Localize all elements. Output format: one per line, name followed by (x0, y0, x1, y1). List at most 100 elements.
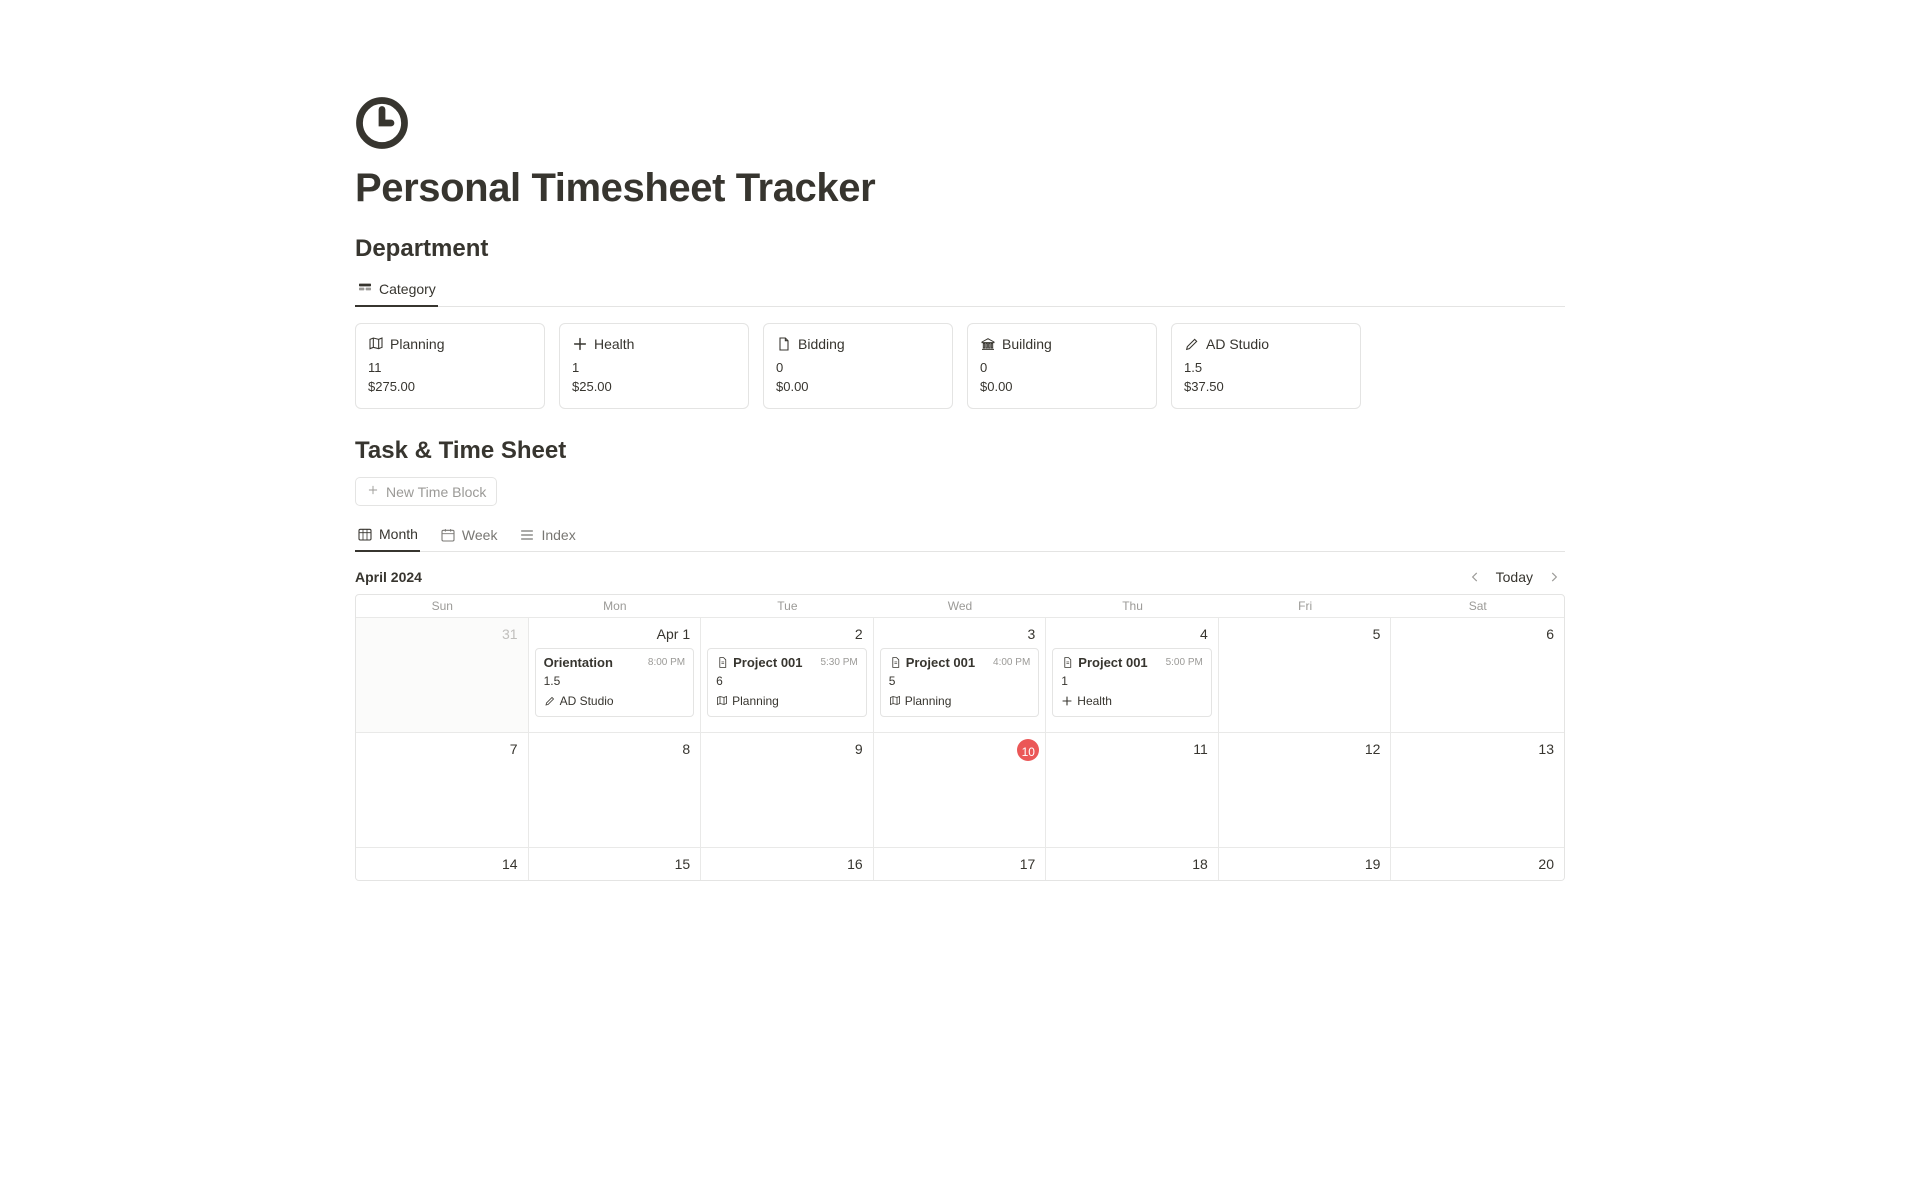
tab-category[interactable]: Category (355, 275, 438, 307)
bank-icon (980, 336, 996, 352)
event-time: 5:30 PM (820, 657, 857, 668)
calendar-date: 12 (1225, 739, 1385, 759)
calendar-cell[interactable]: 10 (874, 732, 1047, 847)
category-hours: 0 (776, 360, 940, 375)
file-icon (776, 336, 792, 352)
page-title: Personal Timesheet Tracker (355, 166, 1565, 211)
calendar-cell[interactable]: 19 (1219, 847, 1392, 880)
calendar-date: 3 (880, 624, 1040, 644)
calendar-date: 16 (707, 854, 867, 874)
calendar-cell[interactable]: 6 (1391, 617, 1564, 732)
view-tab-month[interactable]: Month (355, 520, 420, 552)
calendar-date: 7 (362, 739, 522, 759)
calendar-cell[interactable]: 7 (356, 732, 529, 847)
new-time-block-button[interactable]: New Time Block (355, 477, 497, 506)
event-time: 8:00 PM (648, 657, 685, 668)
gallery-icon (357, 281, 373, 297)
event-time: 4:00 PM (993, 657, 1030, 668)
next-month-button[interactable] (1543, 568, 1565, 586)
event-tag: Planning (889, 694, 1031, 708)
prev-month-button[interactable] (1464, 568, 1486, 586)
map-icon (368, 336, 384, 352)
day-of-week-label: Mon (529, 595, 702, 617)
category-amount: $0.00 (980, 379, 1144, 394)
event-tag: AD Studio (544, 694, 686, 708)
calendar-cell[interactable]: 5 (1219, 617, 1392, 732)
clock-icon (355, 96, 409, 150)
event-title: Orientation (544, 655, 613, 670)
calendar-cell[interactable]: Apr 1 Orientation 8:00 PM 1.5 AD Studio (529, 617, 702, 732)
event-time: 5:00 PM (1166, 657, 1203, 668)
category-card[interactable]: AD Studio 1.5 $37.50 (1171, 323, 1361, 409)
calendar-cell[interactable]: 17 (874, 847, 1047, 880)
category-amount: $275.00 (368, 379, 532, 394)
calendar-cell[interactable]: 31 (356, 617, 529, 732)
calendar-cell[interactable]: 20 (1391, 847, 1564, 880)
calendar-cell[interactable]: 3 Project 001 4:00 PM 5 Planning (874, 617, 1047, 732)
event-hours: 5 (889, 674, 1031, 688)
calendar-cell[interactable]: 18 (1046, 847, 1219, 880)
category-hours: 0 (980, 360, 1144, 375)
event-tag: Planning (716, 694, 858, 708)
calendar-cell[interactable]: 11 (1046, 732, 1219, 847)
event-hours: 1 (1061, 674, 1203, 688)
calendar-date: 8 (535, 739, 695, 759)
category-card[interactable]: Bidding 0 $0.00 (763, 323, 953, 409)
day-of-week-label: Fri (1219, 595, 1392, 617)
category-card[interactable]: Planning 11 $275.00 (355, 323, 545, 409)
calendar-date: 11 (1052, 739, 1212, 759)
calendar-cell[interactable]: 13 (1391, 732, 1564, 847)
calendar-date: 19 (1225, 854, 1385, 874)
view-tab-label: Index (541, 527, 575, 543)
day-of-week-label: Thu (1046, 595, 1219, 617)
calendar-event[interactable]: Project 001 5:00 PM 1 Health (1052, 648, 1212, 717)
calendar-event[interactable]: Project 001 4:00 PM 5 Planning (880, 648, 1040, 717)
view-tab-label: Week (462, 527, 498, 543)
category-card[interactable]: Building 0 $0.00 (967, 323, 1157, 409)
category-hours: 11 (368, 360, 532, 375)
day-of-week-label: Wed (874, 595, 1047, 617)
calendar-month-label: April 2024 (355, 569, 422, 585)
view-tab-week[interactable]: Week (438, 520, 500, 551)
calendar-date: 17 (880, 854, 1040, 874)
calendar-date: 31 (362, 624, 522, 644)
calendar-cell[interactable]: 8 (529, 732, 702, 847)
category-hours: 1.5 (1184, 360, 1348, 375)
calendar-cell[interactable]: 12 (1219, 732, 1392, 847)
calendar-cell[interactable]: 16 (701, 847, 874, 880)
today-button[interactable]: Today (1496, 569, 1533, 585)
calendar-date: 2 (707, 624, 867, 644)
event-hours: 1.5 (544, 674, 686, 688)
calendar-date: 9 (707, 739, 867, 759)
view-tab-index[interactable]: Index (517, 520, 577, 551)
calendar-date-today: 10 (1017, 739, 1039, 761)
plus-icon (572, 336, 588, 352)
calendar-nav: Today (1464, 568, 1565, 586)
calendar-date: 15 (535, 854, 695, 874)
calendar-date: 6 (1397, 624, 1558, 644)
calendar-date: 18 (1052, 854, 1212, 874)
calendar-cell[interactable]: 4 Project 001 5:00 PM 1 Health (1046, 617, 1219, 732)
event-title: Project 001 (1061, 655, 1147, 670)
event-tag: Health (1061, 694, 1203, 708)
calendar-event[interactable]: Orientation 8:00 PM 1.5 AD Studio (535, 648, 695, 717)
plus-icon (366, 483, 380, 500)
event-hours: 6 (716, 674, 858, 688)
calendar-date: Apr 1 (535, 624, 695, 644)
day-of-week-label: Sat (1391, 595, 1564, 617)
category-hours: 1 (572, 360, 736, 375)
cal-grid-icon (357, 526, 373, 542)
calendar-cell[interactable]: 15 (529, 847, 702, 880)
calendar-cell[interactable]: 14 (356, 847, 529, 880)
new-time-block-label: New Time Block (386, 484, 486, 500)
category-card[interactable]: Health 1 $25.00 (559, 323, 749, 409)
calendar-grid: SunMonTueWedThuFriSat 31Apr 1 Orientatio… (355, 594, 1565, 881)
calendar-cell[interactable]: 2 Project 001 5:30 PM 6 Planning (701, 617, 874, 732)
calendar-date: 13 (1397, 739, 1558, 759)
pencil-icon (1184, 336, 1200, 352)
calendar-cell[interactable]: 9 (701, 732, 874, 847)
day-of-week-label: Sun (356, 595, 529, 617)
calendar-tabs: Month Week Index (355, 520, 1565, 552)
view-tab-label: Month (379, 526, 418, 542)
calendar-event[interactable]: Project 001 5:30 PM 6 Planning (707, 648, 867, 717)
